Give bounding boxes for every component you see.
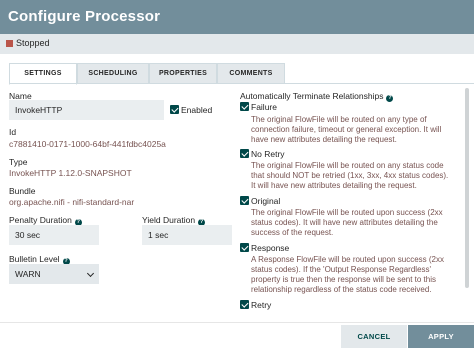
tab-comments[interactable]: COMMENTS — [217, 63, 285, 84]
id-label: Id — [9, 127, 17, 137]
bulletin-level-label: Bulletin Level? — [9, 254, 70, 265]
penalty-duration-label: Penalty Duration? — [9, 215, 82, 226]
stopped-square-icon — [6, 40, 13, 47]
bundle-label: Bundle — [9, 186, 36, 196]
tab-properties[interactable]: PROPERTIES — [149, 63, 217, 84]
retry-name: Retry — [251, 300, 272, 310]
tab-settings[interactable]: SETTINGS — [9, 63, 77, 85]
bundle-value: org.apache.nifi - nifi-standard-nar — [9, 197, 135, 207]
enabled-checkbox[interactable] — [170, 105, 179, 114]
id-value: c7881410-0171-1000-64bf-441fdbc4025a — [9, 139, 166, 149]
info-circle-icon[interactable]: ? — [386, 94, 394, 102]
type-value: InvokeHTTP 1.12.0-SNAPSHOT — [9, 168, 132, 178]
original-checkbox[interactable] — [240, 196, 249, 205]
failure-description: The original FlowFile will be routed on … — [251, 115, 442, 144]
enabled-label: Enabled — [181, 105, 213, 115]
penalty-duration-input[interactable]: 30 sec — [9, 225, 99, 245]
status-bar: Stopped — [0, 34, 474, 54]
name-input[interactable]: InvokeHTTP — [9, 100, 164, 120]
dialog-title: Configure Processor — [8, 8, 161, 25]
status-text: Stopped — [16, 38, 50, 48]
original-description: The original FlowFile will be routed upo… — [251, 208, 443, 237]
cancel-button[interactable]: CANCEL — [341, 325, 407, 348]
response-description: A Response FlowFile will be routed upon … — [251, 255, 444, 294]
no-retry-description: The original FlowFile will be routed on … — [251, 161, 449, 190]
tab-scheduling[interactable]: SCHEDULING — [77, 63, 149, 84]
apply-button[interactable]: APPLY — [408, 325, 474, 348]
relationships-heading: Automatically Terminate Relationships? — [240, 91, 394, 102]
retry-checkbox[interactable] — [240, 300, 249, 309]
yield-duration-input[interactable]: 1 sec — [142, 225, 232, 245]
dialog-header: Configure Processor — [0, 0, 474, 34]
no-retry-checkbox[interactable] — [240, 149, 249, 158]
yield-duration-label: Yield Duration? — [142, 215, 206, 226]
response-name: Response — [251, 243, 290, 253]
type-label: Type — [9, 157, 28, 167]
tab-content-border — [9, 83, 474, 84]
relationships-scrollbar[interactable] — [465, 88, 469, 288]
bulletin-level-value: WARN — [15, 269, 41, 279]
response-checkbox[interactable] — [240, 243, 249, 252]
failure-name: Failure — [251, 102, 277, 112]
chevron-down-icon — [86, 269, 95, 278]
failure-checkbox[interactable] — [240, 102, 249, 111]
original-name: Original — [251, 196, 281, 206]
no-retry-name: No Retry — [251, 149, 285, 159]
bulletin-level-select[interactable]: WARN — [9, 264, 99, 284]
